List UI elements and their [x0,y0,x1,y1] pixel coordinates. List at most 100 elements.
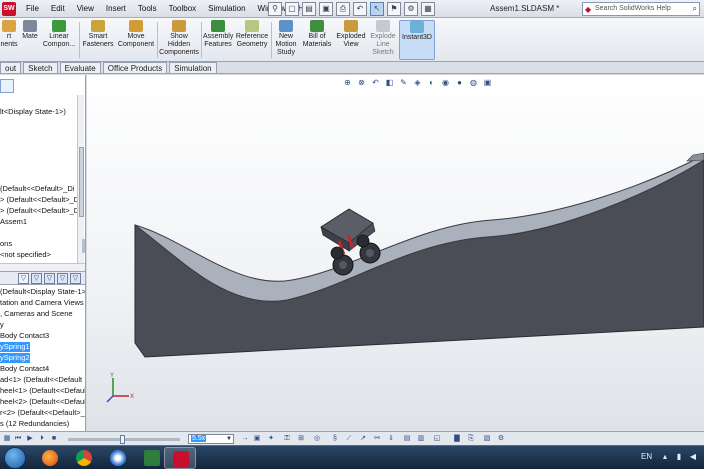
new-document-icon[interactable]: ▢ [285,2,299,16]
taskbar-chrome[interactable] [68,447,100,469]
wheel-4[interactable] [356,234,370,248]
panel-tab-icon[interactable] [0,79,14,93]
tree-item[interactable]: > (Default<<Default>_D [0,195,79,205]
input-language[interactable]: EN [641,446,652,468]
tree-item[interactable]: y [0,320,4,330]
chevron-down-icon[interactable]: ▼ [226,435,232,443]
horizontal-scrollbar[interactable] [0,263,85,271]
tree-item[interactable]: (Default<<Default>_Di [0,184,74,194]
wheel-3[interactable] [330,246,344,260]
assembly-features-button[interactable]: Assembly Features [203,20,233,60]
play-loop-icon[interactable]: ⏵ [37,434,47,444]
spring-icon[interactable]: § [330,434,340,444]
tree-item[interactable]: Assem1 [0,217,27,227]
menu-file[interactable]: File [20,0,45,18]
tree-item[interactable]: Body Contact3 [0,331,49,341]
stop-icon[interactable]: ■ [49,434,59,444]
scrollbar-thumb[interactable] [79,147,84,217]
network-icon[interactable]: ▮ [674,452,684,462]
select-pointer-icon[interactable]: ↖ [370,2,384,16]
chart-icon[interactable]: ▇ [452,434,462,444]
track-back-wall[interactable] [686,152,704,162]
solidworks-logo-icon[interactable]: SW [2,2,16,16]
tree-item[interactable]: tation and Camera Views [0,298,84,308]
tree-item-selected[interactable]: ySpring1 [0,342,30,352]
play-icon[interactable]: ▶ [25,434,35,444]
instant3d-button[interactable]: Instant3D [399,20,435,60]
print-icon[interactable]: ⎙ [336,2,350,16]
filter-icon[interactable]: ▽ [18,273,29,284]
animation-wizard-icon[interactable]: ✦ [266,434,276,444]
taskbar-app-3[interactable] [102,447,134,469]
gravity-icon[interactable]: ⇓ [386,434,396,444]
filter-selected-icon[interactable]: ▽ [57,273,68,284]
filter-animating-icon[interactable]: ▽ [31,273,42,284]
playback-speed-select[interactable]: 5.5x ▼ [188,434,234,444]
bill-of-materials-button[interactable]: Bill of Materials [302,20,332,60]
tree-item[interactable]: , Cameras and Scene [0,309,73,319]
tree-item[interactable]: heel<2> (Default<<Default [0,397,85,407]
tree-item[interactable]: Body Contact4 [0,364,49,374]
insert-components-button[interactable]: rt nents [0,20,18,60]
graphics-area[interactable]: ⊕ ⊗ ↶ ◧ ✎ ◈ ◐ ◉ ● ◍ ▣ Y X [87,75,704,431]
tree-item[interactable]: (Default<Display State-1>) [0,287,85,297]
tree-item[interactable]: ons [0,239,12,249]
new-motion-study-button[interactable]: New Motion Study [273,20,299,60]
tree-item[interactable]: heel<1> (Default<<Default [0,386,85,396]
volume-icon[interactable]: ◀ [688,452,698,462]
reference-geometry-button[interactable]: Reference Geometry [235,20,269,60]
playback-slider-thumb[interactable] [120,435,125,444]
window-layout-icon[interactable]: ▦ [421,2,435,16]
save-animation-icon[interactable]: ▣ [252,434,262,444]
contact-icon[interactable]: ⚯ [372,434,382,444]
rebuild-icon[interactable]: ⚑ [387,2,401,16]
tree-item[interactable]: <not specified> [0,250,51,260]
help-search-input[interactable]: ◆ Search SolidWorks Help ⌕ [582,2,700,16]
playback-slider[interactable] [68,435,180,444]
tab-layout[interactable]: out [0,62,22,73]
mate-button[interactable]: Mate [20,20,40,60]
explode-line-sketch-button[interactable]: Explode Line Sketch [369,20,397,60]
results-plots-icon[interactable]: ▤ [402,434,412,444]
autokey-icon[interactable]: ⚿ [282,434,292,444]
tree-item[interactable]: lt<Display State-1>) [0,107,66,117]
taskbar-solidworks[interactable] [164,447,196,469]
tray-up-arrow-icon[interactable]: ▴ [660,452,670,462]
menu-edit[interactable]: Edit [45,0,71,18]
collapse-manager-icon[interactable]: ◱ [432,434,442,444]
study-properties-icon[interactable]: ▥ [416,434,426,444]
copy-icon[interactable]: ⎘ [466,434,476,444]
tab-sketch[interactable]: Sketch [23,62,58,73]
menu-toolbox[interactable]: Toolbox [163,0,203,18]
tab-office-products[interactable]: Office Products [102,62,168,73]
track-side-face[interactable] [134,159,704,358]
filter-results-icon[interactable]: ▽ [70,273,81,284]
menu-tools[interactable]: Tools [132,0,163,18]
pin-icon[interactable]: ⚲ [268,2,282,16]
start-button[interactable] [4,447,26,469]
paste-icon[interactable]: ▧ [482,434,492,444]
motor-icon[interactable]: ◎ [312,434,322,444]
undo-icon[interactable]: ↶ [353,2,367,16]
tab-evaluate[interactable]: Evaluate [59,62,101,73]
move-component-button[interactable]: Move Component [117,20,155,60]
menu-simulation[interactable]: Simulation [202,0,251,18]
tree-item[interactable]: ad<1> (Default<<Default [0,375,82,385]
save-icon[interactable]: ▣ [319,2,333,16]
tree-item-selected[interactable]: ySpring2 [0,353,30,363]
linear-component-pattern-button[interactable]: Linear Compon... [42,20,76,60]
damper-icon[interactable]: ⟋ [344,434,354,444]
panel-splitter[interactable] [82,239,85,253]
search-icon[interactable]: ⌕ [693,3,697,15]
add-key-icon[interactable]: ⊞ [296,434,306,444]
play-from-start-icon[interactable]: ⏮ [13,434,23,444]
show-hidden-components-button[interactable]: Show Hidden Components [159,20,199,60]
open-folder-icon[interactable]: ▤ [302,2,316,16]
tab-simulation[interactable]: Simulation [169,62,217,73]
force-icon[interactable]: ↗ [358,434,368,444]
taskbar-firefox[interactable] [34,447,66,469]
filter-driving-icon[interactable]: ▽ [44,273,55,284]
calculate-icon[interactable]: ▦ [2,434,12,444]
smart-fasteners-button[interactable]: Smart Fasteners [81,20,115,60]
playback-mode-icon[interactable]: → [240,434,250,444]
